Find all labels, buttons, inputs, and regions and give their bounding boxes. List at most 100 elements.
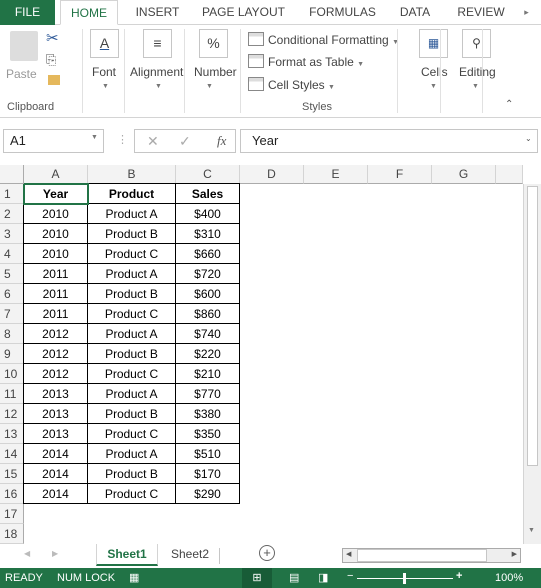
insert-function-icon[interactable]: fx bbox=[217, 133, 226, 149]
cells-icon[interactable]: ▦ bbox=[419, 29, 448, 58]
table-cell[interactable]: 2011 bbox=[23, 264, 88, 284]
table-cell[interactable]: $770 bbox=[176, 384, 240, 404]
table-cell[interactable]: Product C bbox=[88, 484, 176, 504]
row-header-7[interactable]: 7 bbox=[0, 304, 24, 324]
select-all-button[interactable] bbox=[0, 165, 24, 184]
conditional-formatting-button[interactable]: Conditional Formatting ▼ bbox=[248, 31, 399, 49]
table-cell[interactable]: Product B bbox=[88, 464, 176, 484]
table-cell[interactable]: Product B bbox=[88, 344, 176, 364]
table-cell[interactable]: $220 bbox=[176, 344, 240, 364]
table-cell[interactable]: 2012 bbox=[23, 324, 88, 344]
table-cell[interactable]: $720 bbox=[176, 264, 240, 284]
alignment-icon[interactable]: ≡ bbox=[143, 29, 172, 58]
next-sheet-icon[interactable]: ▶ bbox=[52, 549, 58, 558]
table-cell[interactable]: 2014 bbox=[23, 464, 88, 484]
table-cell[interactable]: $740 bbox=[176, 324, 240, 344]
row-header-6[interactable]: 6 bbox=[0, 284, 24, 304]
column-header-b[interactable]: B bbox=[88, 165, 176, 184]
paste-icon[interactable] bbox=[10, 31, 38, 61]
new-sheet-icon[interactable]: + bbox=[259, 545, 275, 561]
table-cell[interactable]: $660 bbox=[176, 244, 240, 264]
table-cell[interactable]: $860 bbox=[176, 304, 240, 324]
row-header-11[interactable]: 11 bbox=[0, 384, 24, 404]
tab-insert[interactable]: INSERT bbox=[125, 0, 190, 25]
font-button[interactable]: Font bbox=[92, 65, 116, 79]
table-cell[interactable]: Product B bbox=[88, 404, 176, 424]
normal-view-icon[interactable]: ⊞ bbox=[242, 568, 272, 588]
row-header-18[interactable]: 18 bbox=[0, 524, 24, 544]
table-cell[interactable]: 2010 bbox=[23, 244, 88, 264]
row-header-14[interactable]: 14 bbox=[0, 444, 24, 464]
column-header-d[interactable]: D bbox=[240, 165, 304, 184]
scroll-tabs-right-icon[interactable]: ▸ bbox=[512, 0, 541, 25]
tab-page-layout[interactable]: PAGE LAYOUT bbox=[195, 0, 292, 25]
column-header-c[interactable]: C bbox=[176, 165, 240, 184]
macro-record-icon[interactable]: ▦ bbox=[129, 571, 139, 584]
table-cell[interactable]: Product B bbox=[88, 284, 176, 304]
page-layout-view-icon[interactable]: ▤ bbox=[289, 571, 299, 584]
row-header-4[interactable]: 4 bbox=[0, 244, 24, 264]
table-cell[interactable]: $170 bbox=[176, 464, 240, 484]
table-cell[interactable]: 2010 bbox=[23, 224, 88, 244]
table-cell[interactable]: Product A bbox=[88, 204, 176, 224]
cell-styles-button[interactable]: Cell Styles ▼ bbox=[248, 76, 335, 94]
tab-data[interactable]: DATA bbox=[390, 0, 440, 25]
percent-icon[interactable]: % bbox=[199, 29, 228, 58]
column-header-partial[interactable] bbox=[496, 165, 523, 184]
cut-icon[interactable]: ✂ bbox=[46, 29, 59, 47]
row-header-15[interactable]: 15 bbox=[0, 464, 24, 484]
row-header-10[interactable]: 10 bbox=[0, 364, 24, 384]
table-cell[interactable]: Product C bbox=[88, 424, 176, 444]
table-cell[interactable]: Product A bbox=[88, 264, 176, 284]
tab-formulas[interactable]: FORMULAS bbox=[300, 0, 385, 25]
table-cell[interactable]: $600 bbox=[176, 284, 240, 304]
table-cell[interactable]: $380 bbox=[176, 404, 240, 424]
collapse-ribbon-icon[interactable]: ⌃ bbox=[505, 99, 513, 110]
table-cell[interactable]: 2013 bbox=[23, 424, 88, 444]
table-cell[interactable]: Product C bbox=[88, 364, 176, 384]
table-cell[interactable]: $310 bbox=[176, 224, 240, 244]
zoom-out-button[interactable]: − bbox=[347, 570, 353, 582]
name-box[interactable]: A1 bbox=[3, 129, 104, 153]
tab-home[interactable]: HOME bbox=[60, 0, 118, 25]
table-cell[interactable]: Product A bbox=[88, 384, 176, 404]
table-cell[interactable]: 2014 bbox=[23, 444, 88, 464]
table-cell[interactable]: 2010 bbox=[23, 204, 88, 224]
format-as-table-button[interactable]: Format as Table ▼ bbox=[248, 53, 364, 71]
vertical-scrollbar[interactable]: ▼ bbox=[523, 184, 541, 544]
enter-check-icon[interactable]: ✓ bbox=[179, 133, 191, 150]
tab-review[interactable]: REVIEW bbox=[450, 0, 512, 25]
row-header-12[interactable]: 12 bbox=[0, 404, 24, 424]
table-cell[interactable]: 2011 bbox=[23, 304, 88, 324]
table-cell[interactable]: 2013 bbox=[23, 384, 88, 404]
sheet-tab-sheet1[interactable]: Sheet1 bbox=[96, 544, 158, 566]
row-header-3[interactable]: 3 bbox=[0, 224, 24, 244]
cells-button[interactable]: Cells bbox=[421, 65, 448, 79]
row-header-13[interactable]: 13 bbox=[0, 424, 24, 444]
expand-formula-bar-icon[interactable]: ⌄ bbox=[525, 134, 532, 143]
table-cell[interactable]: $210 bbox=[176, 364, 240, 384]
column-header-e[interactable]: E bbox=[304, 165, 368, 184]
row-header-5[interactable]: 5 bbox=[0, 264, 24, 284]
row-header-9[interactable]: 9 bbox=[0, 344, 24, 364]
table-cell[interactable]: 2011 bbox=[23, 284, 88, 304]
prev-sheet-icon[interactable]: ◀ bbox=[24, 549, 30, 558]
table-header-cell[interactable]: Product bbox=[88, 183, 176, 204]
copy-icon[interactable]: ⎘ bbox=[46, 52, 56, 68]
column-header-f[interactable]: F bbox=[368, 165, 432, 184]
zoom-slider-thumb[interactable] bbox=[403, 573, 406, 584]
table-cell[interactable]: $350 bbox=[176, 424, 240, 444]
column-header-g[interactable]: G bbox=[432, 165, 496, 184]
editing-button[interactable]: Editing bbox=[459, 65, 496, 79]
table-cell[interactable]: Product B bbox=[88, 224, 176, 244]
table-cell[interactable]: Product A bbox=[88, 444, 176, 464]
page-break-view-icon[interactable]: ◨ bbox=[318, 571, 328, 584]
table-cell[interactable]: Product C bbox=[88, 244, 176, 264]
sheet-tab-sheet2[interactable]: Sheet2 bbox=[160, 544, 220, 566]
horizontal-scrollbar[interactable]: ◀ ▶ bbox=[342, 548, 521, 563]
table-cell[interactable]: 2012 bbox=[23, 344, 88, 364]
table-cell[interactable]: Product C bbox=[88, 304, 176, 324]
cancel-icon[interactable]: ✕ bbox=[147, 133, 159, 150]
zoom-level[interactable]: 100% bbox=[495, 572, 523, 584]
alignment-button[interactable]: Alignment bbox=[130, 65, 183, 79]
